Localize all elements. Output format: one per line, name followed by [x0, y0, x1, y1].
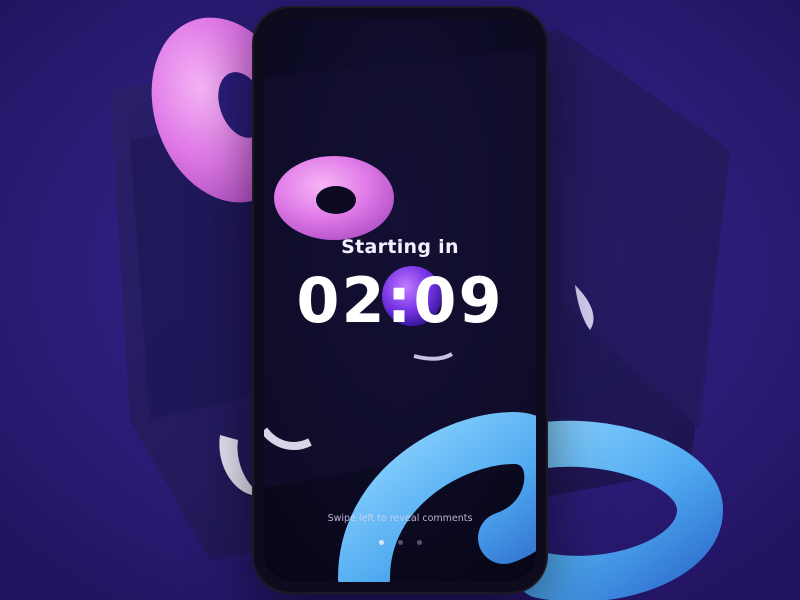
page-dot-2[interactable] — [397, 540, 403, 545]
page-indicator[interactable] — [264, 540, 536, 545]
countdown-title: Starting in — [341, 236, 459, 258]
phone-frame: Starting in 02:09 Swipe left to reveal c… — [254, 8, 546, 592]
page-dot-3[interactable] — [416, 540, 422, 545]
swipe-hint: Swipe left to reveal comments — [327, 513, 473, 524]
pink-torus — [274, 156, 394, 240]
page-dot-1[interactable] — [378, 540, 384, 545]
phone-screen: Starting in 02:09 Swipe left to reveal c… — [264, 18, 536, 582]
countdown-timer: 02:09 — [296, 264, 504, 337]
